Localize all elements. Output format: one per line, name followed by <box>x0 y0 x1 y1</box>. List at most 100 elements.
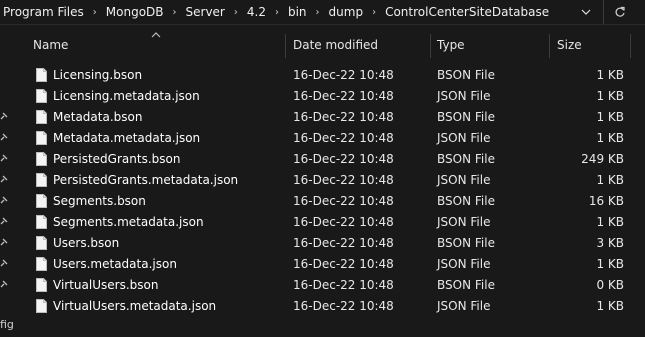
file-name: Metadata.bson <box>53 110 143 124</box>
file-row[interactable]: Segments.metadata.json 16-Dec-22 10:48 JSO… <box>12 212 645 233</box>
file-name: Licensing.metadata.json <box>53 89 200 103</box>
breadcrumb-item-version[interactable]: 4.2 <box>244 5 269 19</box>
file-size: 1 KB <box>596 110 624 124</box>
chevron-right-icon[interactable]: › <box>269 7 285 18</box>
nav-item-partial-label[interactable]: fig <box>0 318 14 331</box>
file-type: JSON File <box>437 173 491 187</box>
file-size: 1 KB <box>596 131 624 145</box>
pin-icon[interactable] <box>0 154 8 162</box>
file-date-modified: 16-Dec-22 10:48 <box>293 278 394 292</box>
address-bar[interactable]: Program Files › MongoDB › Server › 4.2 ›… <box>0 0 645 26</box>
file-row[interactable]: Licensing.bson 16-Dec-22 10:48 BSON File 1 … <box>12 65 645 86</box>
file-row[interactable]: VirtualUsers.bson 16-Dec-22 10:48 BSON Fil… <box>12 275 645 296</box>
file-date-modified: 16-Dec-22 10:48 <box>293 173 394 187</box>
pin-icon[interactable] <box>0 217 8 225</box>
breadcrumb-item-mongodb[interactable]: MongoDB <box>103 5 167 19</box>
file-name: Segments.bson <box>53 194 146 208</box>
document-icon <box>36 68 47 82</box>
chevron-right-icon[interactable]: › <box>87 7 103 18</box>
column-date-modified[interactable]: Date modified <box>293 32 428 58</box>
pin-icon[interactable] <box>0 133 8 141</box>
column-divider[interactable] <box>630 34 631 58</box>
file-size: 1 KB <box>596 257 624 271</box>
pin-icon[interactable] <box>0 280 8 288</box>
column-name[interactable]: Name <box>33 32 283 58</box>
document-icon <box>36 89 47 103</box>
pin-icon[interactable] <box>0 259 8 267</box>
document-icon <box>36 152 47 166</box>
document-icon <box>36 173 47 187</box>
file-row[interactable]: PersistedGrants.metadata.json 16-Dec-22 1… <box>12 170 645 191</box>
refresh-icon[interactable] <box>611 3 629 21</box>
file-date-modified: 16-Dec-22 10:48 <box>293 152 394 166</box>
column-divider[interactable] <box>430 34 431 58</box>
document-icon <box>36 257 47 271</box>
file-type: BSON File <box>437 236 495 250</box>
file-name: Segments.metadata.json <box>53 215 204 229</box>
address-bar-border <box>0 24 645 25</box>
breadcrumb-item-program-files[interactable]: Program Files <box>0 5 87 19</box>
breadcrumb: Program Files › MongoDB › Server › 4.2 ›… <box>0 0 552 24</box>
file-date-modified: 16-Dec-22 10:48 <box>293 215 394 229</box>
file-row[interactable]: Licensing.metadata.json 16-Dec-22 10:48 JS… <box>12 86 645 107</box>
file-name: PersistedGrants.bson <box>53 152 181 166</box>
column-divider[interactable] <box>285 34 286 58</box>
chevron-right-icon[interactable]: › <box>167 7 183 18</box>
file-row[interactable]: Users.metadata.json 16-Dec-22 10:48 JSON F… <box>12 254 645 275</box>
file-list: Licensing.bson 16-Dec-22 10:48 BSON File 1 … <box>12 65 645 317</box>
file-type: JSON File <box>437 131 491 145</box>
column-type[interactable]: Type <box>437 32 547 58</box>
chevron-right-icon[interactable]: › <box>228 7 244 18</box>
file-date-modified: 16-Dec-22 10:48 <box>293 194 394 208</box>
file-type: JSON File <box>437 257 491 271</box>
file-date-modified: 16-Dec-22 10:48 <box>293 257 394 271</box>
file-size: 249 KB <box>581 152 624 166</box>
pin-icon[interactable] <box>0 238 8 246</box>
breadcrumb-item-current-folder[interactable]: ControlCenterSiteDatabase <box>382 5 552 19</box>
breadcrumb-item-dump[interactable]: dump <box>326 5 367 19</box>
file-size: 1 KB <box>596 68 624 82</box>
column-divider[interactable] <box>549 34 550 58</box>
file-type: JSON File <box>437 215 491 229</box>
column-header: Name Date modified Type Size <box>12 32 645 58</box>
file-row[interactable]: Metadata.bson 16-Dec-22 10:48 BSON File 1 K… <box>12 107 645 128</box>
breadcrumb-item-bin[interactable]: bin <box>285 5 310 19</box>
file-name: PersistedGrants.metadata.json <box>53 173 239 187</box>
file-row[interactable]: Segments.bson 16-Dec-22 10:48 BSON File 16 … <box>12 191 645 212</box>
file-size: 1 KB <box>596 215 624 229</box>
file-type: JSON File <box>437 299 491 313</box>
document-icon <box>36 299 47 313</box>
document-icon <box>36 215 47 229</box>
column-size[interactable]: Size <box>557 32 627 58</box>
document-icon <box>36 131 47 145</box>
file-row[interactable]: PersistedGrants.bson 16-Dec-22 10:48 BSON … <box>12 149 645 170</box>
file-date-modified: 16-Dec-22 10:48 <box>293 110 394 124</box>
file-row[interactable]: Users.bson 16-Dec-22 10:48 BSON File 3 KB <box>12 233 645 254</box>
document-icon <box>36 278 47 292</box>
chevron-right-icon[interactable]: › <box>310 7 326 18</box>
file-type: BSON File <box>437 194 495 208</box>
file-name: VirtualUsers.metadata.json <box>53 299 217 313</box>
chevron-down-icon[interactable] <box>577 3 595 21</box>
file-name: Users.bson <box>53 236 120 250</box>
file-row[interactable]: Metadata.metadata.json 16-Dec-22 10:48 JSO… <box>12 128 645 149</box>
file-size: 0 KB <box>596 278 624 292</box>
file-type: BSON File <box>437 68 495 82</box>
file-size: 16 KB <box>588 194 624 208</box>
chevron-right-icon[interactable]: › <box>366 7 382 18</box>
pin-icon[interactable] <box>0 196 8 204</box>
address-divider <box>603 0 604 24</box>
pin-icon[interactable] <box>0 112 8 120</box>
file-size: 1 KB <box>596 299 624 313</box>
document-icon <box>36 236 47 250</box>
file-name: VirtualUsers.bson <box>53 278 159 292</box>
file-size: 3 KB <box>596 236 624 250</box>
file-date-modified: 16-Dec-22 10:48 <box>293 299 394 313</box>
file-type: BSON File <box>437 278 495 292</box>
breadcrumb-item-server[interactable]: Server <box>183 5 228 19</box>
file-name: Metadata.metadata.json <box>53 131 201 145</box>
pin-icon[interactable] <box>0 175 8 183</box>
file-type: JSON File <box>437 89 491 103</box>
file-date-modified: 16-Dec-22 10:48 <box>293 89 394 103</box>
file-row[interactable]: VirtualUsers.metadata.json 16-Dec-22 10:4… <box>12 296 645 317</box>
